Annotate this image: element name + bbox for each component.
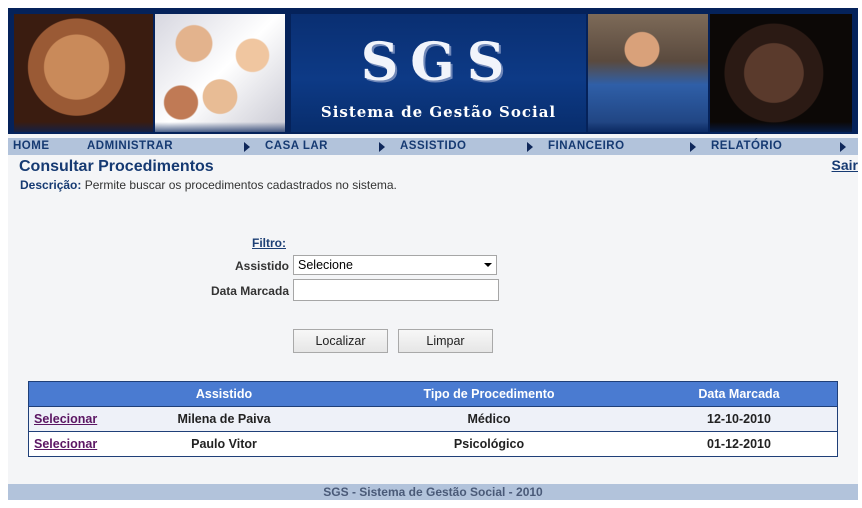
results-table: Assistido Tipo de Procedimento Data Marc… xyxy=(28,381,838,457)
main-menu: HOME ADMINISTRAR CASA LAR ASSISTIDO FINA… xyxy=(8,138,858,155)
column-header-assistido: Assistido xyxy=(195,387,253,401)
menu-item-relatorio[interactable]: RELATÓRIO xyxy=(711,138,782,155)
assistido-select[interactable]: Selecione xyxy=(293,255,497,275)
page-title: Consultar Procedimentos xyxy=(19,158,214,175)
cell-data: 12-10-2010 xyxy=(707,412,771,426)
menu-item-assistido[interactable]: ASSISTIDO xyxy=(400,138,466,155)
chevron-down-icon xyxy=(484,263,492,267)
cell-tipo: Médico xyxy=(467,412,511,426)
page-description: Descrição: Permite buscar os procediment… xyxy=(20,178,397,192)
logo-subtitle: Sistema de Gestão Social xyxy=(320,103,557,121)
data-marcada-input[interactable] xyxy=(293,279,499,301)
description-label: Descrição: xyxy=(20,178,82,192)
logout-link[interactable]: Sair xyxy=(832,157,858,173)
cell-assistido: Paulo Vitor xyxy=(191,437,257,451)
menu-arrow-icon[interactable] xyxy=(527,142,533,152)
filter-heading: Filtro: xyxy=(252,236,286,250)
select-link[interactable]: Selecionar xyxy=(34,432,97,456)
menu-item-administrar[interactable]: ADMINISTRAR xyxy=(87,138,173,155)
menu-item-financeiro[interactable]: FINANCEIRO xyxy=(548,138,625,155)
cell-assistido: Milena de Paiva xyxy=(177,412,271,426)
column-header-data: Data Marcada xyxy=(698,387,780,401)
menu-item-casa-lar[interactable]: CASA LAR xyxy=(265,138,328,155)
description-text: Permite buscar os procedimentos cadastra… xyxy=(84,178,397,192)
menu-arrow-icon[interactable] xyxy=(840,142,846,152)
banner-photo-child-smiling xyxy=(14,14,153,132)
menu-arrow-icon[interactable] xyxy=(690,142,696,152)
banner-photo-child-face xyxy=(710,14,852,132)
menu-arrow-icon[interactable] xyxy=(244,142,250,152)
column-header-tipo: Tipo de Procedimento xyxy=(423,387,555,401)
cell-data: 01-12-2010 xyxy=(707,437,771,451)
search-button[interactable]: Localizar xyxy=(293,329,388,353)
page-frame: SGS Sistema de Gestão Social HOME ADMINI… xyxy=(8,8,858,500)
menu-arrow-icon[interactable] xyxy=(379,142,385,152)
logo: SGS Sistema de Gestão Social xyxy=(291,14,586,132)
footer: SGS - Sistema de Gestão Social - 2010 xyxy=(8,484,858,500)
header-banner: SGS Sistema de Gestão Social xyxy=(8,8,858,134)
assistido-label: Assistido xyxy=(234,259,289,273)
table-row: Selecionar Paulo Vitor Psicológico 01-12… xyxy=(29,431,837,456)
cell-tipo: Psicológico xyxy=(453,437,525,451)
menu-item-home[interactable]: HOME xyxy=(13,138,50,155)
clear-button[interactable]: Limpar xyxy=(398,329,493,353)
table-row: Selecionar Milena de Paiva Médico 12-10-… xyxy=(29,406,837,431)
banner-photo-children-group xyxy=(155,14,285,132)
banner-photo-boy-reading xyxy=(588,14,708,132)
data-marcada-label: Data Marcada xyxy=(210,284,289,298)
assistido-select-value: Selecione xyxy=(298,258,353,272)
table-header-row: Assistido Tipo de Procedimento Data Marc… xyxy=(29,382,837,406)
logo-title: SGS xyxy=(360,32,517,93)
select-link[interactable]: Selecionar xyxy=(34,407,97,431)
